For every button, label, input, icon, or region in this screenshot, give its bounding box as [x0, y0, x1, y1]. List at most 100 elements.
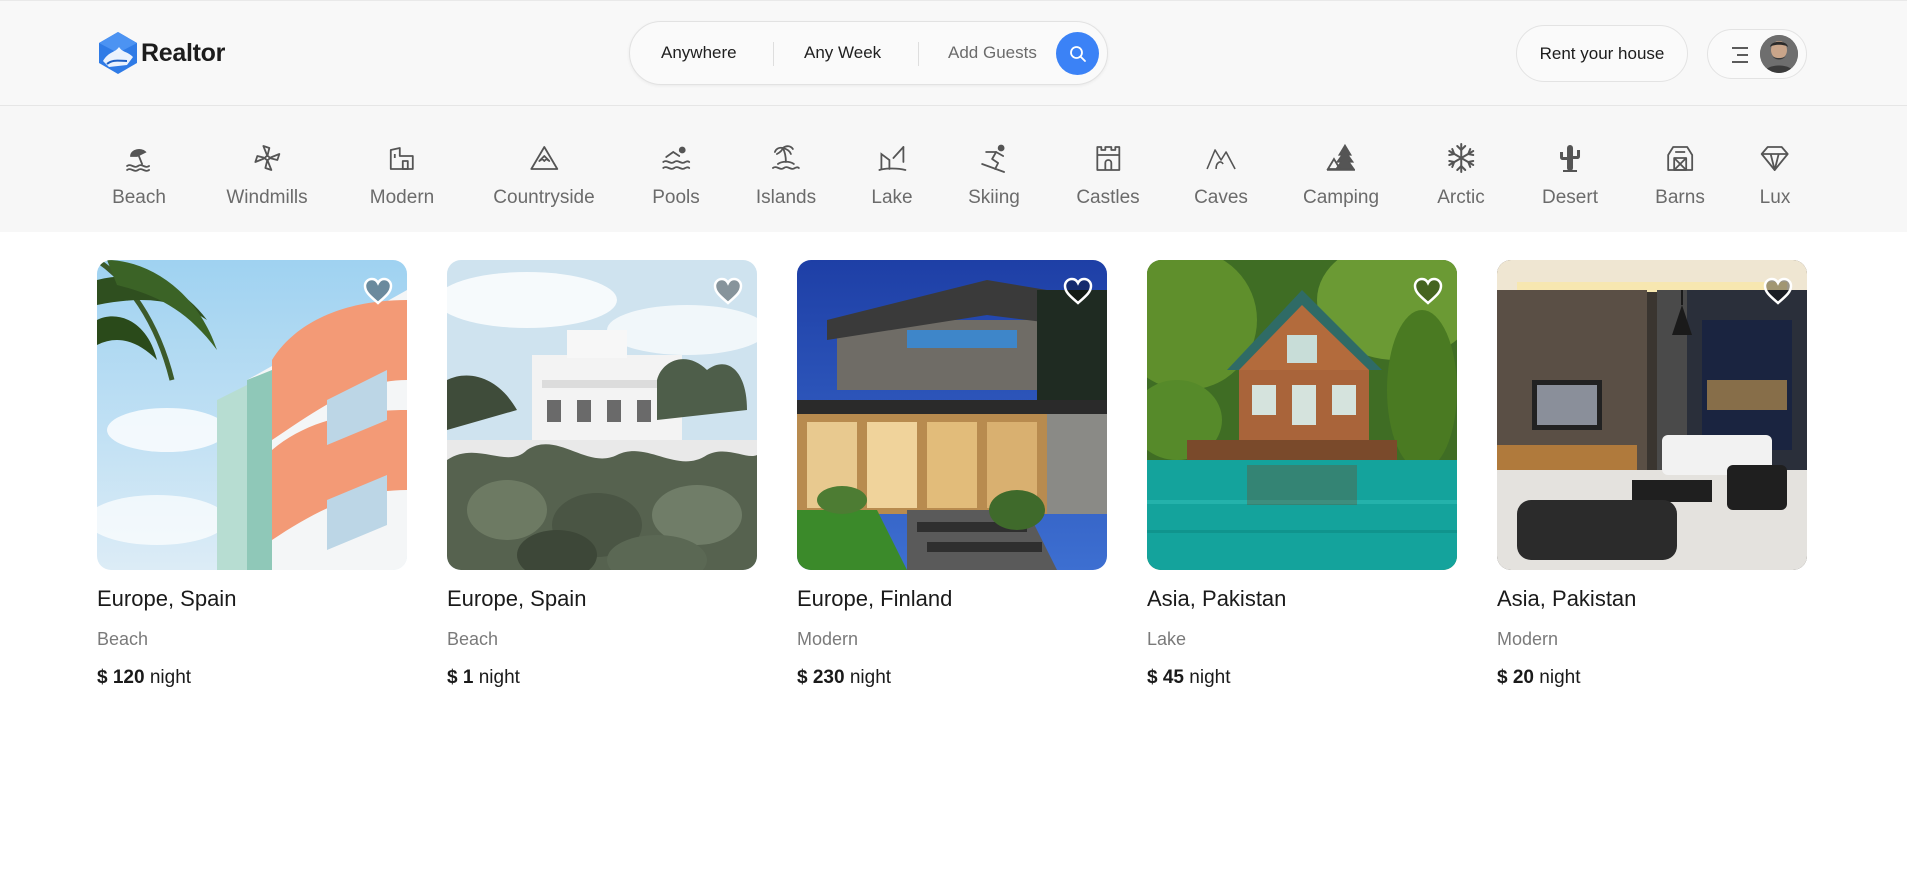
- category-modern[interactable]: Modern: [370, 106, 434, 232]
- listing-price-value: 20: [1512, 667, 1534, 688]
- category-label: Modern: [369, 187, 435, 208]
- listing-currency: $: [447, 667, 458, 688]
- listing-location: Europe, Spain: [97, 586, 237, 611]
- category-label: Castles: [1076, 187, 1140, 208]
- island-icon: [772, 145, 800, 170]
- modern-house-icon: [390, 147, 414, 170]
- listing-price: $ 20 night: [1497, 667, 1807, 689]
- listing-price-unit: night: [1189, 667, 1231, 688]
- top-navbar: Realtor Anywhere Any Week Add Guests Ren…: [0, 0, 1907, 106]
- category-label: Desert: [1542, 187, 1598, 208]
- snowflake-icon: [1448, 143, 1474, 173]
- category-lux[interactable]: Lux: [1759, 106, 1791, 232]
- lake-icon: [878, 146, 906, 171]
- brand-logo[interactable]: Realtor: [97, 31, 225, 75]
- avatar-photo: [1760, 35, 1798, 73]
- category-label: Lake: [871, 187, 913, 208]
- category-label: Caves: [1194, 187, 1248, 208]
- listing-currency: $: [1497, 667, 1508, 688]
- listing-price-unit: night: [478, 667, 520, 688]
- category-arctic[interactable]: Arctic: [1437, 106, 1485, 232]
- listing-image[interactable]: [797, 260, 1107, 570]
- category-label: Pools: [652, 187, 700, 208]
- brand-name: Realtor: [141, 38, 226, 67]
- category-barns[interactable]: Barns: [1655, 106, 1705, 232]
- listing-card[interactable]: Europe, Spain Beach $ 120 night: [97, 260, 407, 689]
- listing-category: Modern: [1497, 629, 1559, 649]
- mountain-icon: [530, 146, 558, 170]
- listing-image[interactable]: [1497, 260, 1807, 570]
- search-divider: [773, 42, 774, 66]
- listing-currency: $: [797, 667, 808, 688]
- listing-location: Europe, Spain: [447, 586, 587, 611]
- heart-icon[interactable]: [713, 277, 743, 305]
- category-label: Lux: [1759, 187, 1791, 208]
- category-islands[interactable]: Islands: [756, 106, 816, 232]
- listing-image[interactable]: [97, 260, 407, 570]
- category-castles[interactable]: Castles: [1076, 106, 1140, 232]
- listing-currency: $: [1147, 667, 1158, 688]
- category-desert[interactable]: Desert: [1542, 106, 1598, 232]
- heart-icon[interactable]: [363, 277, 393, 305]
- listing-card[interactable]: Europe, Finland Modern $ 230 night: [797, 260, 1107, 689]
- category-label: Barns: [1655, 187, 1705, 208]
- listing-photo-living-room: [1497, 260, 1807, 570]
- listing-card[interactable]: Asia, Pakistan Lake $ 45 night: [1147, 260, 1457, 689]
- listing-price-unit: night: [849, 667, 892, 688]
- listing-category: Lake: [1147, 629, 1187, 649]
- listing-price-unit: night: [1539, 667, 1581, 688]
- listing-card[interactable]: Asia, Pakistan Modern $ 20 night: [1497, 260, 1807, 689]
- listing-image[interactable]: [1147, 260, 1457, 570]
- listing-price: $ 230 night: [797, 667, 1107, 689]
- listing-price-unit: night: [149, 667, 192, 688]
- cave-icon: [1206, 149, 1236, 170]
- listing-price-value: 120: [112, 667, 145, 688]
- search-where[interactable]: Anywhere: [661, 22, 737, 84]
- category-beach[interactable]: Beach: [112, 106, 166, 232]
- search-button[interactable]: [1056, 32, 1099, 75]
- listing-photo-white-villa: [447, 260, 757, 570]
- heart-icon[interactable]: [1413, 277, 1443, 305]
- listing-image[interactable]: [447, 260, 757, 570]
- beach-icon: [126, 149, 150, 172]
- category-lake[interactable]: Lake: [871, 106, 913, 232]
- barn-icon: [1667, 146, 1693, 171]
- search-divider: [918, 42, 919, 66]
- listing-price: $ 1 night: [447, 667, 757, 689]
- category-skiing[interactable]: Skiing: [968, 106, 1020, 232]
- category-countryside[interactable]: Countryside: [493, 106, 595, 232]
- user-menu-button[interactable]: [1707, 29, 1807, 79]
- listing-photo-modern-house: [797, 260, 1107, 570]
- camping-icon: [1326, 143, 1356, 171]
- diamond-icon: [1761, 146, 1789, 171]
- avatar[interactable]: [1760, 35, 1798, 73]
- listing-price-value: 45: [1162, 667, 1184, 688]
- listing-category: Beach: [447, 629, 499, 649]
- windmill-icon: [254, 145, 280, 171]
- category-camping[interactable]: Camping: [1303, 106, 1379, 232]
- listing-location: Europe, Finland: [797, 586, 953, 611]
- listing-location: Asia, Pakistan: [1147, 586, 1287, 611]
- cactus-icon: [1560, 145, 1580, 172]
- category-label: Camping: [1302, 187, 1380, 208]
- listing-price: $ 45 night: [1147, 667, 1457, 689]
- category-caves[interactable]: Caves: [1194, 106, 1248, 232]
- rent-your-house-button[interactable]: Rent your house: [1516, 25, 1688, 82]
- castle-icon: [1096, 146, 1120, 171]
- skiing-icon: [981, 144, 1005, 173]
- listing-category: Modern: [797, 629, 859, 649]
- search-bar[interactable]: Anywhere Any Week Add Guests: [629, 21, 1108, 85]
- heart-icon[interactable]: [1763, 277, 1793, 305]
- listing-card[interactable]: Europe, Spain Beach $ 1 night: [447, 260, 757, 689]
- search-when[interactable]: Any Week: [804, 22, 881, 84]
- category-label: Arctic: [1437, 187, 1485, 208]
- listing-currency: $: [97, 667, 108, 688]
- category-bar: Beach Windmills Modern Countryside Pools…: [0, 106, 1907, 232]
- category-pools[interactable]: Pools: [652, 106, 700, 232]
- search-guests[interactable]: Add Guests: [948, 22, 1037, 84]
- heart-icon[interactable]: [1063, 277, 1093, 305]
- category-windmills[interactable]: Windmills: [226, 106, 308, 232]
- menu-icon: [1732, 47, 1748, 63]
- listing-photo-lake-cabin: [1147, 260, 1457, 570]
- pool-icon: [662, 146, 690, 170]
